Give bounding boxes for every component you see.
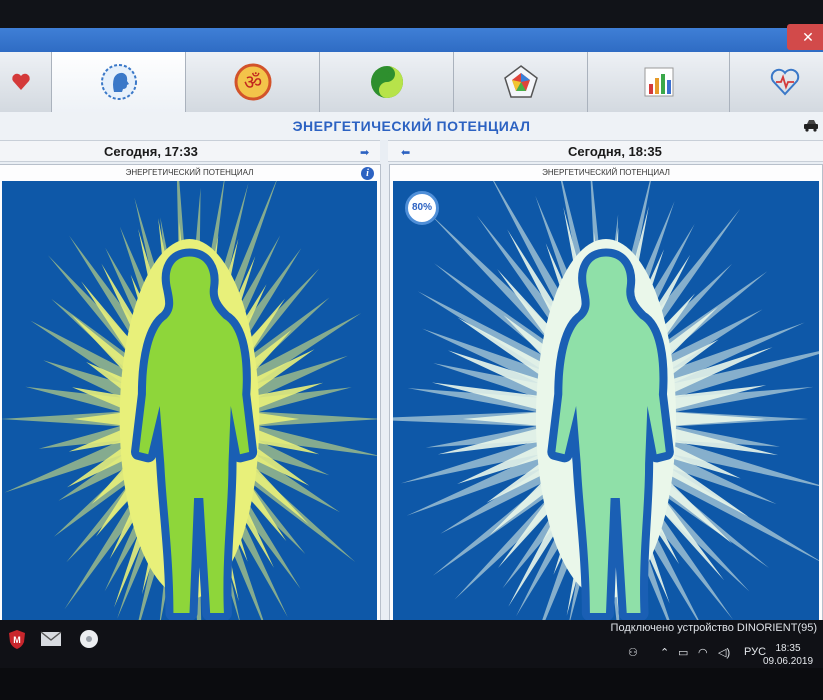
tab-yin-yang[interactable] <box>320 52 454 112</box>
taskbar: Подключено устройство DINORIENT(95) M ⚇ … <box>0 620 823 668</box>
clock-date: 09.06.2019 <box>762 656 814 667</box>
tab-bar-chart[interactable] <box>588 52 730 112</box>
volume-icon[interactable]: ◁) <box>718 646 730 659</box>
heading-row: ЭНЕРГЕТИЧЕСКИЙ ПОТЕНЦИАЛ <box>0 112 823 140</box>
right-aura-panel: ЭНЕРГЕТИЧЕСКИЙ ПОТЕНЦИАЛ 80% <box>389 164 823 642</box>
car-icon <box>804 120 818 132</box>
screen: ✕ ॐ ЭНЕРГЕТИЧЕСКИЙ ПОТЕНЦИАЛ Сегодня, 17… <box>0 0 823 700</box>
taskbar-clock[interactable]: 18:35 09.06.2019 <box>755 642 821 668</box>
left-date-bar: Сегодня, 17:33 ➡ <box>0 140 380 162</box>
tab-heart[interactable] <box>0 52 52 112</box>
right-panel-title: ЭНЕРГЕТИЧЕСКИЙ ПОТЕНЦИАЛ <box>542 168 670 177</box>
page-title: ЭНЕРГЕТИЧЕСКИЙ ПОТЕНЦИАЛ <box>292 118 531 134</box>
antivirus-icon[interactable]: M <box>4 626 30 652</box>
svg-text:M: M <box>13 635 21 645</box>
clock-time: 18:35 <box>775 643 801 654</box>
heart-icon <box>11 73 30 90</box>
envelope-icon <box>40 631 62 646</box>
chevron-up-icon[interactable]: ⌃ <box>660 646 669 659</box>
left-panel-title: ЭНЕРГЕТИЧЕСКИЙ ПОТЕНЦИАЛ <box>125 168 254 177</box>
wifi-icon[interactable]: ◠ <box>698 646 708 659</box>
heart-pulse-icon <box>770 68 799 96</box>
right-date: Сегодня, 18:35 <box>568 144 662 159</box>
window-close-button[interactable]: ✕ <box>787 24 823 50</box>
chakra-pentagon-icon <box>503 65 538 98</box>
info-icon[interactable]: i <box>361 167 374 180</box>
aura-right-svg <box>393 181 819 637</box>
head-profile-icon <box>100 64 137 100</box>
app-circle-icon[interactable] <box>76 626 102 652</box>
left-aura-panel: ЭНЕРГЕТИЧЕСКИЙ ПОТЕНЦИАЛ i <box>0 164 381 642</box>
arrow-left-icon[interactable]: ⬅ <box>401 146 410 159</box>
progress-badge: 80% <box>405 191 439 225</box>
yin-yang-icon <box>370 66 403 98</box>
section-toolbar: ॐ <box>0 52 823 112</box>
left-aura-image <box>2 181 377 637</box>
mail-icon[interactable] <box>38 626 64 652</box>
people-icon[interactable]: ⚇ <box>628 646 638 659</box>
aura-left-svg <box>2 181 377 637</box>
tab-head-profile[interactable] <box>52 52 186 112</box>
monitor-bezel-top <box>0 0 823 30</box>
right-aura-image: 80% <box>393 181 819 637</box>
disc-icon <box>80 630 98 648</box>
tab-om[interactable]: ॐ <box>186 52 320 112</box>
tab-heart-pulse[interactable] <box>730 52 823 112</box>
connection-status: Подключено устройство DINORIENT(95) <box>610 622 817 634</box>
battery-icon[interactable]: ▭ <box>678 646 688 659</box>
shield-m-icon: M <box>9 630 25 649</box>
left-date: Сегодня, 17:33 <box>104 144 198 159</box>
monitor-bezel-bottom <box>0 668 823 700</box>
svg-text:ॐ: ॐ <box>243 70 261 94</box>
arrow-right-icon[interactable]: ➡ <box>360 146 369 159</box>
device-icon[interactable] <box>803 118 819 137</box>
window-titlebar: ✕ <box>0 24 823 52</box>
om-icon: ॐ <box>234 63 271 101</box>
right-date-bar: ⬅ Сегодня, 18:35 <box>388 140 823 162</box>
tab-chakra-pentagon[interactable] <box>454 52 588 112</box>
bar-chart-icon <box>644 67 673 97</box>
app-window: ॐ ЭНЕРГЕТИЧЕСКИЙ ПОТЕНЦИАЛ Сегодня, 17:3… <box>0 52 823 676</box>
